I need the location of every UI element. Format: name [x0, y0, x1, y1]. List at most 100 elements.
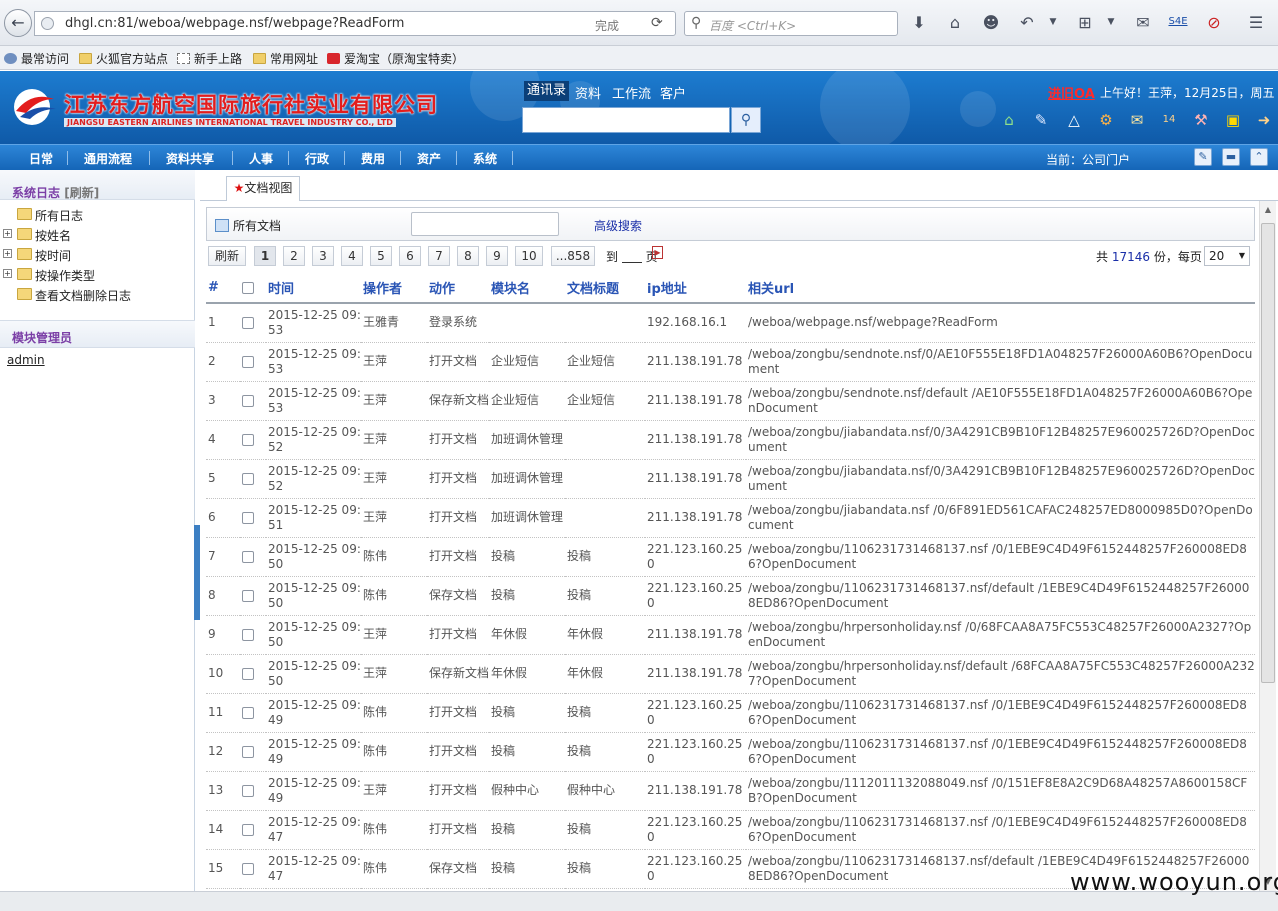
- scroll-thumb[interactable]: [1261, 223, 1275, 683]
- table-row[interactable]: 11 2015-12-25 09:49 陈伟 打开文档 投稿 投稿 221.123.160.…: [206, 693, 1255, 733]
- row-checkbox[interactable]: [242, 784, 254, 797]
- pen-icon[interactable]: ✎: [1194, 148, 1212, 166]
- page-button[interactable]: 8: [457, 246, 479, 266]
- cell-select[interactable]: [240, 810, 266, 850]
- block-icon[interactable]: ⊘: [1204, 13, 1224, 32]
- menu-item-hr[interactable]: 人事: [249, 150, 273, 167]
- calendar-icon[interactable]: 14: [1160, 111, 1178, 129]
- header-search-button[interactable]: ⚲: [731, 107, 761, 133]
- menu-icon[interactable]: ☰: [1246, 13, 1266, 32]
- per-page-select[interactable]: 20 ▼: [1204, 246, 1250, 266]
- old-oa-link[interactable]: 进旧OA: [1048, 83, 1095, 102]
- menu-item-expense[interactable]: 费用: [361, 150, 385, 167]
- table-row[interactable]: 7 2015-12-25 09:50 陈伟 打开文档 投稿 投稿 221.123.160.2…: [206, 537, 1255, 577]
- go-arrow-icon[interactable]: ▶: [652, 246, 663, 259]
- cell-select[interactable]: [240, 576, 266, 616]
- expand-plus-icon[interactable]: +: [3, 229, 12, 238]
- page-button[interactable]: 7: [428, 246, 450, 266]
- row-checkbox[interactable]: [242, 433, 254, 446]
- header-search-input[interactable]: [522, 107, 730, 133]
- bookmark-most-visited[interactable]: 最常访问: [4, 50, 69, 67]
- cell-select[interactable]: [240, 654, 266, 694]
- col-header-module[interactable]: 模块名: [489, 273, 565, 304]
- smiley-icon[interactable]: ☻: [981, 13, 1001, 32]
- expand-plus-icon[interactable]: +: [3, 269, 12, 278]
- home-icon[interactable]: ⌂: [945, 13, 965, 32]
- row-checkbox[interactable]: [242, 355, 254, 368]
- row-checkbox[interactable]: [242, 862, 254, 875]
- page-button[interactable]: ...858: [551, 246, 595, 266]
- sidebar-refresh-link[interactable]: [刷新]: [64, 186, 99, 200]
- col-header-select[interactable]: [240, 273, 266, 304]
- table-row[interactable]: 8 2015-12-25 09:50 陈伟 保存文档 投稿 投稿 221.123.160.2…: [206, 576, 1255, 616]
- header-tab-docs[interactable]: 资料: [575, 83, 601, 102]
- cell-select[interactable]: [240, 420, 266, 460]
- col-header-time[interactable]: 时间: [266, 273, 361, 304]
- notebook-icon[interactable]: ▣: [1224, 111, 1242, 129]
- col-header-index[interactable]: #: [206, 273, 240, 304]
- cell-select[interactable]: [240, 303, 266, 343]
- row-checkbox[interactable]: [242, 823, 254, 836]
- cell-select[interactable]: [240, 732, 266, 772]
- page-button[interactable]: 5: [370, 246, 392, 266]
- cell-select[interactable]: [240, 693, 266, 733]
- table-row[interactable]: 10 2015-12-25 09:50 王萍 保存新文档 年休假 年休假 211.138.1…: [206, 654, 1255, 694]
- menu-item-assets[interactable]: 资产: [417, 150, 441, 167]
- row-checkbox[interactable]: [242, 511, 254, 524]
- undo-icon[interactable]: ↶: [1017, 13, 1037, 32]
- chat-icon[interactable]: ✉: [1133, 13, 1153, 32]
- advanced-search-link[interactable]: 高级搜索: [594, 217, 642, 234]
- header-tab-customers[interactable]: 客户: [660, 83, 686, 102]
- cell-select[interactable]: [240, 381, 266, 421]
- menu-item-workflow[interactable]: 通用流程: [84, 150, 132, 167]
- table-row[interactable]: 6 2015-12-25 09:51 王萍 打开文档 加班调休管理 211.138.191…: [206, 498, 1255, 538]
- table-row[interactable]: 1 2015-12-25 09:53 王雅青 登录系统 192.168.16.1/web…: [206, 303, 1255, 343]
- row-checkbox[interactable]: [242, 745, 254, 758]
- bookmark-getting-started[interactable]: 新手上路: [177, 50, 242, 67]
- url-text[interactable]: dhgl.cn:81/weboa/webpage.nsf/webpage?Rea…: [65, 16, 404, 31]
- dropdown-arrow-icon[interactable]: ▼: [1043, 17, 1063, 27]
- page-button[interactable]: 4: [341, 246, 363, 266]
- row-checkbox[interactable]: [242, 589, 254, 602]
- col-header-url[interactable]: 相关url: [746, 273, 1255, 304]
- table-row[interactable]: 3 2015-12-25 09:53 王萍 保存新文档 企业短信 企业短信 211.138.…: [206, 381, 1255, 421]
- row-checkbox[interactable]: [242, 550, 254, 563]
- menu-item-admin[interactable]: 行政: [305, 150, 329, 167]
- url-bar[interactable]: dhgl.cn:81/weboa/webpage.nsf/webpage?Rea…: [34, 11, 676, 36]
- table-row[interactable]: 5 2015-12-25 09:52 王萍 打开文档 加班调休管理 211.138.191…: [206, 459, 1255, 499]
- table-row[interactable]: 9 2015-12-25 09:50 王萍 打开文档 年休假 年休假 211.138.191…: [206, 615, 1255, 655]
- browser-search-box[interactable]: ⚲ 百度 <Ctrl+K>: [684, 11, 898, 36]
- menu-item-daily[interactable]: 日常: [29, 150, 53, 167]
- sidebar-splitter[interactable]: [194, 525, 200, 620]
- cell-select[interactable]: [240, 498, 266, 538]
- download-icon[interactable]: ⬇: [909, 13, 929, 32]
- page-button[interactable]: 2: [283, 246, 305, 266]
- row-checkbox[interactable]: [242, 667, 254, 680]
- s4e-icon[interactable]: S4E: [1168, 16, 1188, 27]
- row-checkbox[interactable]: [242, 472, 254, 485]
- col-header-ip[interactable]: ip地址: [645, 273, 746, 304]
- admin-link[interactable]: admin: [7, 353, 45, 367]
- cell-select[interactable]: [240, 849, 266, 889]
- edit-icon[interactable]: ✎: [1032, 111, 1050, 129]
- back-arrow-icon[interactable]: ←: [4, 9, 32, 37]
- page-button[interactable]: 9: [486, 246, 508, 266]
- vertical-scrollbar[interactable]: ▲ ▼: [1259, 201, 1276, 891]
- shirt-icon[interactable]: △: [1065, 111, 1083, 129]
- table-row[interactable]: 2 2015-12-25 09:53 王萍 打开文档 企业短信 企业短信 211.138.1…: [206, 342, 1255, 382]
- quick-search-input[interactable]: [411, 212, 559, 236]
- goto-page-input[interactable]: [621, 251, 642, 263]
- col-header-title[interactable]: 文档标题: [565, 273, 645, 304]
- header-tab-contacts[interactable]: 通讯录: [524, 81, 570, 101]
- table-row[interactable]: 14 2015-12-25 09:47 陈伟 打开文档 投稿 投稿 221.123.160.…: [206, 810, 1255, 850]
- select-all-checkbox[interactable]: [242, 281, 254, 294]
- collapse-up-icon[interactable]: ⌃: [1250, 148, 1268, 166]
- cell-select[interactable]: [240, 771, 266, 811]
- menu-item-doc-share[interactable]: 资料共享: [166, 150, 214, 167]
- refresh-button[interactable]: 刷新: [208, 246, 246, 266]
- table-row[interactable]: 4 2015-12-25 09:52 王萍 打开文档 加班调休管理 211.138.191…: [206, 420, 1255, 460]
- cell-select[interactable]: [240, 342, 266, 382]
- page-button[interactable]: 1: [254, 246, 276, 266]
- row-checkbox[interactable]: [242, 394, 254, 407]
- bookmark-common-sites[interactable]: 常用网址: [253, 50, 318, 67]
